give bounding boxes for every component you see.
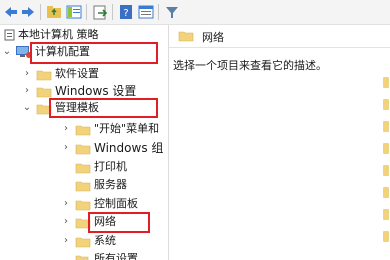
tree-item-label: Windows 设置 [55, 84, 137, 98]
chevron-right-icon[interactable]: › [61, 196, 71, 212]
tree-item-label: Windows 组 [94, 141, 164, 155]
chevron-right-icon[interactable]: › [22, 83, 32, 99]
folder-icon[interactable] [383, 99, 389, 110]
tree-item-label: 控制面板 [94, 197, 138, 210]
forward-arrow-icon[interactable] [21, 3, 35, 21]
chevron-right-icon[interactable]: › [61, 233, 71, 249]
tree-item-label: 打印机 [94, 160, 127, 173]
folder-icon [36, 70, 52, 81]
back-arrow-icon[interactable] [4, 3, 18, 21]
chevron-right-icon[interactable]: › [61, 121, 71, 137]
folder-icon[interactable] [383, 165, 389, 176]
tree-item-local-policy[interactable]: 本地计算机 策略 [4, 27, 164, 43]
tree-item-windows-components[interactable]: › Windows 组 [2, 140, 168, 156]
details-title: 网络 [202, 31, 224, 44]
tree-item-label: "开始"菜单和 [94, 122, 160, 135]
tree-item-label: 服务器 [94, 178, 127, 191]
chevron-down-icon[interactable]: ⌄ [2, 44, 12, 60]
tree-item-label: 系统 [94, 234, 116, 247]
details-pane: 网络 选择一个项目来查看它的描述。 [169, 25, 390, 260]
folder-icon [75, 144, 91, 155]
tree-item-all-settings[interactable]: 所有设置 [2, 251, 162, 260]
details-header: 网络 [169, 25, 390, 48]
folder-icon [75, 237, 91, 248]
folder-icon [75, 200, 91, 211]
up-folder-icon[interactable] [46, 3, 62, 21]
folder-icon [36, 87, 52, 98]
tree-item-start-menu[interactable]: › "开始"菜单和 [2, 121, 168, 137]
highlight-box-computer-config [30, 42, 158, 64]
chevron-right-icon[interactable]: › [22, 66, 32, 82]
tree-item-label: 所有设置 [94, 252, 138, 260]
folder-icon[interactable] [383, 77, 389, 88]
filter-icon[interactable] [164, 3, 180, 21]
tree-item-software-settings[interactable]: › 软件设置 [2, 66, 162, 82]
policy-document-icon [4, 29, 15, 41]
toolbar: ? [0, 0, 390, 25]
folder-icon [75, 125, 91, 136]
folder-icon[interactable] [383, 187, 389, 198]
folder-icon [178, 31, 194, 42]
highlight-box-network [88, 212, 150, 233]
tree-item-system[interactable]: › 系统 [2, 233, 162, 249]
folder-icon[interactable] [383, 209, 389, 220]
tree-item-windows-settings[interactable]: › Windows 设置 [2, 83, 168, 99]
settings-folder-icon [75, 255, 89, 260]
tree-item-printers[interactable]: 打印机 [2, 159, 162, 175]
description-text: 选择一个项目来查看它的描述。 [173, 59, 327, 72]
chevron-down-icon[interactable]: ⌄ [22, 100, 32, 116]
tree-item-server[interactable]: 服务器 [2, 177, 162, 193]
chevron-right-icon[interactable]: › [61, 140, 71, 156]
chevron-right-icon[interactable]: › [61, 214, 71, 230]
folder-icon [75, 181, 91, 192]
highlight-box-admin-templates [49, 98, 158, 118]
folder-icon[interactable] [383, 121, 389, 132]
svg-text:?: ? [123, 8, 128, 19]
help-icon[interactable]: ? [118, 3, 134, 21]
tree-item-control-panel[interactable]: › 控制面板 [2, 196, 162, 212]
properties-icon[interactable] [138, 3, 154, 21]
console-tree: 本地计算机 策略 ⌄ 计算机配置 › 软件设置 › Windows 设置 ⌄ 管… [0, 25, 169, 260]
folder-icon [75, 163, 91, 174]
folder-icon[interactable] [383, 231, 389, 242]
tree-item-label: 本地计算机 策略 [18, 28, 99, 41]
export-list-icon[interactable] [92, 3, 108, 21]
tree-item-label: 软件设置 [55, 67, 99, 80]
folder-icon[interactable] [383, 143, 389, 154]
show-hide-tree-icon[interactable] [66, 3, 82, 21]
